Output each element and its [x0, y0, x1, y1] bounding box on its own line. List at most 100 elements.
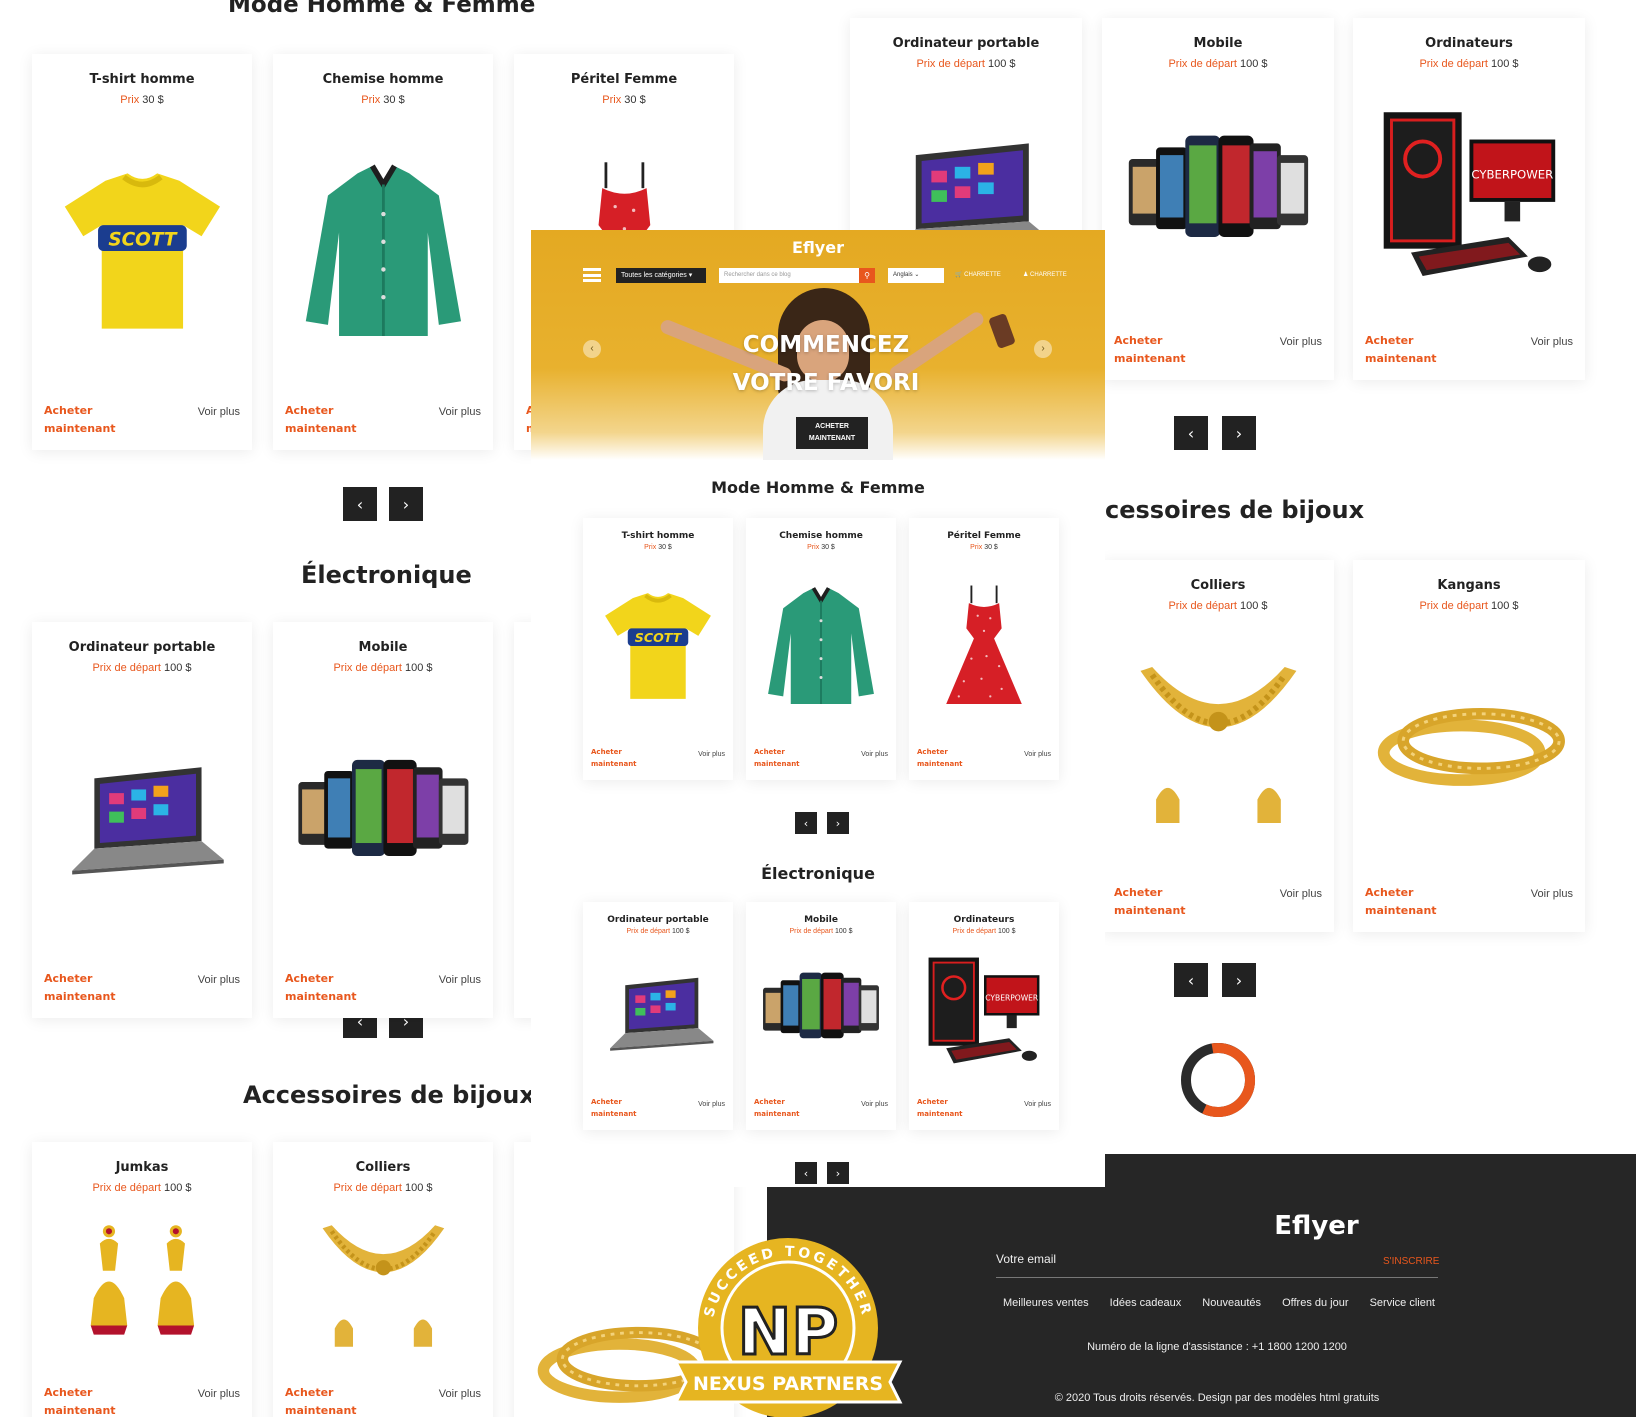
see-more-link[interactable]: Voir plus — [698, 751, 725, 758]
buy-now-link[interactable]: Acheter maintenant — [285, 1384, 365, 1417]
product-card[interactable]: Ordinateur portable Prix de départ 100 $ A… — [32, 622, 252, 1018]
buy-now-link[interactable]: Acheter maintenant — [44, 1384, 124, 1417]
footer-link[interactable]: Meilleures ventes — [1003, 1297, 1089, 1309]
prev-button[interactable]: ‹ — [795, 812, 817, 834]
product-price: Prix de départ 100 $ — [583, 928, 733, 935]
product-image[interactable] — [921, 560, 1047, 732]
next-button[interactable]: › — [1222, 963, 1256, 997]
product-image[interactable] — [758, 560, 884, 732]
see-more-link[interactable]: Voir plus — [1531, 336, 1573, 348]
see-more-link[interactable]: Voir plus — [861, 1101, 888, 1108]
product-card[interactable]: Mobile Prix de départ 100 $ Acheter mainte… — [273, 622, 493, 1018]
buy-now-link[interactable]: Acheter maintenant — [285, 402, 365, 438]
menu-icon[interactable] — [583, 268, 601, 282]
buy-now-link[interactable]: Acheter maintenant — [754, 1096, 814, 1120]
see-more-link[interactable]: Voir plus — [439, 1388, 481, 1400]
account-link[interactable]: ♟ CHARRETTE — [1023, 268, 1067, 283]
product-card[interactable]: Ordinateurs Prix de départ 100 $ CYBERPOWE… — [1353, 18, 1585, 380]
hero-next-arrow-icon[interactable]: › — [1034, 340, 1052, 358]
see-more-link[interactable]: Voir plus — [1531, 888, 1573, 900]
next-button[interactable]: › — [1222, 416, 1256, 450]
product-image[interactable] — [1121, 86, 1316, 310]
see-more-link[interactable]: Voir plus — [1280, 336, 1322, 348]
subscribe-button[interactable]: S'INSCRIRE — [1383, 1256, 1439, 1267]
product-image[interactable] — [50, 1210, 235, 1362]
product-card[interactable]: Jumkas Prix de départ 100 $ Acheter mainte… — [32, 1142, 252, 1417]
search-icon[interactable]: ⚲ — [859, 268, 875, 283]
see-more-link[interactable]: Voir plus — [439, 406, 481, 418]
buy-now-link[interactable]: Acheter maintenant — [591, 746, 651, 770]
see-more-link[interactable]: Voir plus — [1280, 888, 1322, 900]
buy-now-link[interactable]: Acheter maintenant — [1114, 332, 1194, 368]
see-more-link[interactable]: Voir plus — [698, 1101, 725, 1108]
buy-now-link[interactable]: Acheter maintenant — [917, 746, 977, 770]
product-image[interactable]: SCOTT — [50, 122, 235, 380]
product-name: Mobile — [1193, 36, 1243, 51]
buy-now-link[interactable]: Acheter maintenant — [917, 1096, 977, 1120]
product-image[interactable] — [291, 122, 476, 380]
footer-logo[interactable]: Eflyer — [1105, 1211, 1528, 1241]
product-image[interactable] — [291, 1210, 476, 1362]
prev-button[interactable]: ‹ — [1174, 963, 1208, 997]
product-card[interactable]: Chemise homme Prix 30 $ Acheter maintenant… — [273, 54, 493, 450]
product-image[interactable] — [291, 690, 476, 948]
product-card[interactable]: Mobile Prix de départ 100 $ Acheter mainte… — [1102, 18, 1334, 380]
hero-cta-button[interactable]: ACHETER MAINTENANT — [796, 417, 868, 449]
product-image[interactable] — [1372, 628, 1567, 862]
see-more-link[interactable]: Voir plus — [198, 974, 240, 986]
product-card[interactable]: Colliers Prix de départ 100 $ Acheter main… — [273, 1142, 493, 1417]
prev-button[interactable]: ‹ — [343, 487, 377, 521]
product-image[interactable] — [758, 944, 884, 1082]
buy-now-link[interactable]: Acheter maintenant — [591, 1096, 651, 1120]
see-more-link[interactable]: Voir plus — [1024, 1101, 1051, 1108]
search-input[interactable]: Rechercher dans ce blog — [719, 268, 859, 283]
product-card[interactable]: T-shirt homme Prix 30 $ SCOTT Acheter maint… — [32, 54, 252, 450]
see-more-link[interactable]: Voir plus — [198, 1388, 240, 1400]
product-card[interactable]: Chemise homme Prix 30 $ Acheter maintenant… — [746, 518, 896, 780]
buy-now-link[interactable]: Acheter maintenant — [1365, 332, 1445, 368]
site-logo[interactable]: Eflyer — [531, 238, 1105, 257]
buy-now-link[interactable]: Acheter maintenant — [44, 970, 124, 1006]
buy-now-link[interactable]: Acheter maintenant — [1114, 884, 1194, 920]
product-image[interactable]: CYBERPOWER — [921, 944, 1047, 1082]
price-label: Prix de départ — [92, 1182, 161, 1194]
see-more-link[interactable]: Voir plus — [1024, 751, 1051, 758]
newsletter-email-input[interactable]: Votre email — [996, 1252, 1056, 1266]
product-image[interactable]: SCOTT — [595, 560, 721, 732]
cart-link[interactable]: 🛒 CHARRETTE — [955, 268, 1001, 283]
prev-button[interactable]: ‹ — [795, 1162, 817, 1184]
buy-now-link[interactable]: Acheter maintenant — [754, 746, 814, 770]
next-button[interactable]: › — [827, 812, 849, 834]
language-select[interactable]: Anglais ⌄ — [888, 268, 944, 283]
product-name: Chemise homme — [779, 531, 863, 541]
buy-now-link[interactable]: Acheter maintenant — [1365, 884, 1445, 920]
categories-dropdown[interactable]: Toutes les catégories ▾ — [616, 268, 706, 283]
product-image[interactable] — [50, 690, 235, 948]
product-card[interactable]: Ordinateur portable Prix de départ 100 $ A… — [583, 902, 733, 1130]
product-card[interactable]: Péritel Femme Prix 30 $ Acheter maintenant… — [909, 518, 1059, 780]
hero-prev-arrow-icon[interactable]: ‹ — [583, 340, 601, 358]
product-card[interactable]: Ordinateurs Prix de départ 100 $ CYBERPOWE… — [909, 902, 1059, 1130]
product-card[interactable]: Colliers Prix de départ 100 $ Acheter main… — [1102, 560, 1334, 932]
product-image[interactable] — [1121, 628, 1316, 862]
see-more-link[interactable]: Voir plus — [439, 974, 481, 986]
product-card[interactable]: Mobile Prix de départ 100 $ Acheter mainte… — [746, 902, 896, 1130]
footer-link[interactable]: Offres du jour — [1282, 1297, 1348, 1309]
footer-link[interactable]: Service client — [1370, 1297, 1435, 1309]
see-more-link[interactable]: Voir plus — [198, 406, 240, 418]
price-value: 30 $ — [624, 94, 646, 106]
next-button[interactable]: › — [827, 1162, 849, 1184]
product-image[interactable]: CYBERPOWER — [1372, 86, 1567, 310]
product-card[interactable]: Kangans Prix de départ 100 $ Acheter maint… — [1353, 560, 1585, 932]
buy-now-link[interactable]: Acheter maintenant — [285, 970, 365, 1006]
prev-button[interactable]: ‹ — [1174, 416, 1208, 450]
footer-link[interactable]: Idées cadeaux — [1110, 1297, 1182, 1309]
product-image[interactable] — [595, 944, 721, 1082]
next-button[interactable]: › — [389, 487, 423, 521]
price-label: Prix de départ — [333, 1182, 402, 1194]
see-more-link[interactable]: Voir plus — [861, 751, 888, 758]
product-card[interactable]: T-shirt homme Prix 30 $ SCOTT Acheter maint… — [583, 518, 733, 780]
buy-now-link[interactable]: Acheter maintenant — [44, 402, 124, 438]
footer-link[interactable]: Nouveautés — [1202, 1297, 1261, 1309]
product-price: Prix 30 $ — [514, 94, 734, 106]
